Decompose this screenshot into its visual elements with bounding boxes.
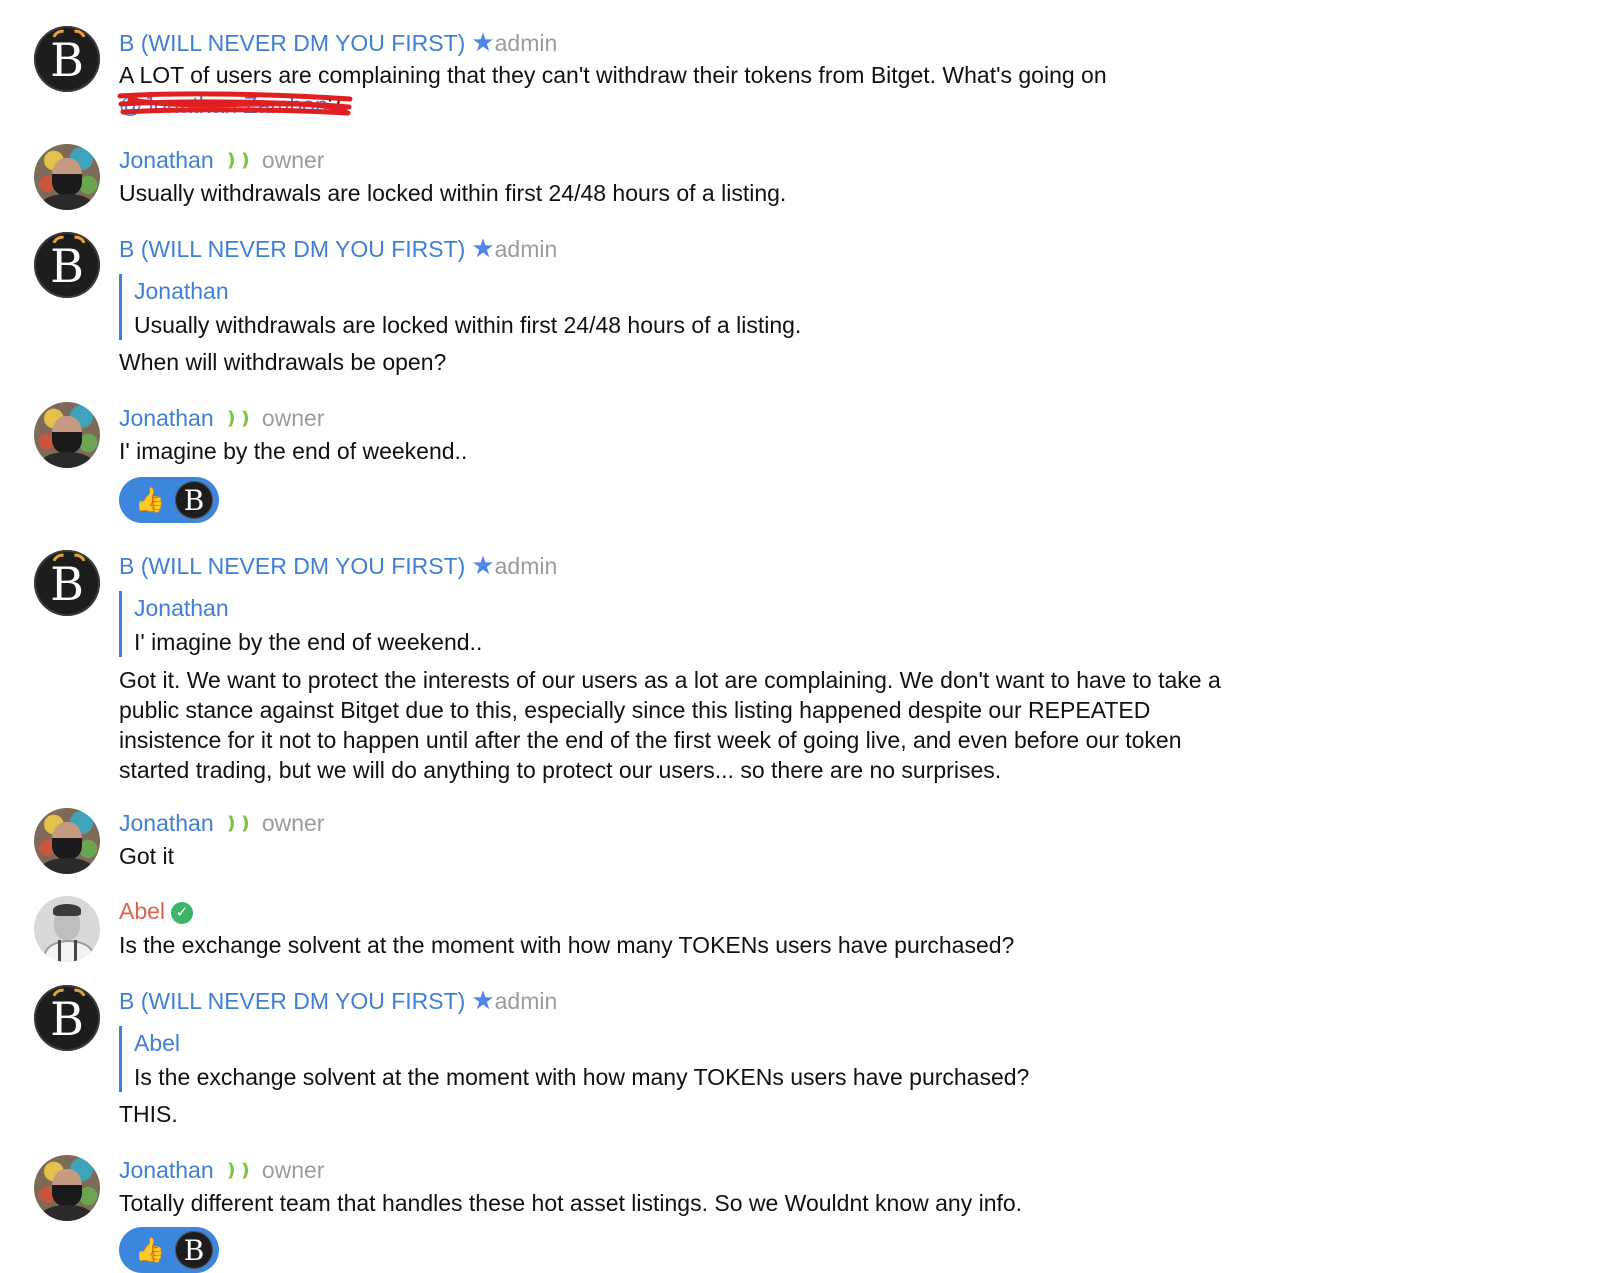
reply-quote-text: I' imagine by the end of weekend.. [134,629,483,655]
avatar-body [44,940,94,962]
avatar[interactable]: B [34,26,100,92]
reactor-avatar: B [175,481,213,519]
avatar-strap [74,940,77,962]
message-header: Abel ✓ [119,897,194,926]
owner-signal-icon: ❫❫ [223,813,253,833]
avatar-hair [53,904,81,916]
sender-name[interactable]: Jonathan [119,810,214,836]
message-header: Jonathan ❫❫ owner [119,1156,324,1186]
message-header: B (WILL NEVER DM YOU FIRST) ★admin [119,551,557,580]
reply-quote-author: Jonathan [134,278,229,304]
message-text: Got it [119,843,174,869]
avatar[interactable] [34,896,100,962]
owner-signal-icon: ❫❫ [223,1160,253,1180]
role-badge: admin [494,553,558,579]
message-body: A LOT of users are complaining that they… [119,62,1107,88]
message-header: B (WILL NEVER DM YOU FIRST) ★admin [119,986,557,1015]
thumbs-up-icon: 👍 [135,487,165,514]
message-text: A LOT of users are complaining that they… [119,60,1107,120]
reply-quote-author: Abel [134,1030,181,1056]
avatar[interactable]: B [34,232,100,298]
avatar-letter: B [50,239,84,293]
star-icon: ★ [471,27,495,57]
sender-name[interactable]: Jonathan [119,405,214,431]
message-header: Jonathan ❫❫ owner [119,146,324,176]
avatar-shirt [42,452,92,468]
message-line: insistence for it not to happen until af… [119,727,1182,753]
avatar-mask [52,432,82,454]
message-text: I' imagine by the end of weekend.. [119,438,468,464]
avatar-shirt [42,194,92,210]
star-icon: ★ [471,985,495,1015]
reply-quote[interactable]: Jonathan I' imagine by the end of weeken… [119,591,482,657]
avatar-letter: B [50,992,84,1046]
message-text: Got it. We want to protect the interests… [119,665,1221,785]
avatar-strap [58,940,61,962]
role-badge: admin [494,236,558,262]
role-badge: owner [261,810,325,836]
role-badge: owner [261,405,325,431]
message-header: B (WILL NEVER DM YOU FIRST) ★admin [119,234,557,263]
message-line: started trading, but we will do anything… [119,757,1002,783]
avatar[interactable] [34,1155,100,1221]
avatar-letter: B [50,33,84,87]
message-line: Got it. We want to protect the interests… [119,667,1221,693]
message-text: Totally different team that handles thes… [119,1190,1023,1216]
owner-signal-icon: ❫❫ [223,408,253,428]
user-mention[interactable]: @Jonathan Zambon [119,92,328,118]
reply-quote[interactable]: Abel Is the exchange solvent at the mome… [119,1026,1029,1092]
sender-name[interactable]: B (WILL NEVER DM YOU FIRST) [119,988,465,1014]
avatar-shirt [42,1205,92,1221]
message-header: Jonathan ❫❫ owner [119,404,324,434]
role-badge: admin [494,30,558,56]
message-text: Is the exchange solvent at the moment wi… [119,932,1015,958]
reactor-avatar: B [175,1231,213,1269]
sender-name[interactable]: B (WILL NEVER DM YOU FIRST) [119,30,465,56]
role-badge: owner [261,1157,325,1183]
avatar-mask [52,1185,82,1207]
reaction-chip[interactable]: 👍 B [119,477,219,523]
star-icon: ★ [471,233,495,263]
avatar-mask [52,174,82,196]
sender-name[interactable]: Jonathan [119,147,214,173]
role-badge: admin [494,988,558,1014]
message-header: B (WILL NEVER DM YOU FIRST) ★admin [119,28,557,57]
avatar[interactable]: B [34,985,100,1051]
reply-quote-text: Usually withdrawals are locked within fi… [134,312,802,338]
reply-quote-text: Is the exchange solvent at the moment wi… [134,1064,1030,1090]
sender-name[interactable]: Abel [119,898,165,924]
reply-quote[interactable]: Jonathan Usually withdrawals are locked … [119,274,801,340]
message-text: When will withdrawals be open? [119,349,447,375]
message-line: public stance against Bitget due to this… [119,697,1151,723]
avatar-shirt [42,858,92,874]
verified-check-icon: ✓ [171,902,194,924]
star-icon: ★ [471,550,495,580]
sender-name[interactable]: Jonathan [119,1157,214,1183]
avatar-letter: B [50,557,84,611]
message-text: THIS. [119,1101,178,1127]
thumbs-up-icon: 👍 [135,1237,165,1264]
avatar[interactable] [34,808,100,874]
owner-signal-icon: ❫❫ [223,150,253,170]
avatar[interactable] [34,144,100,210]
message-header: Jonathan ❫❫ owner [119,809,324,839]
sender-name[interactable]: B (WILL NEVER DM YOU FIRST) [119,236,465,262]
message-text: Usually withdrawals are locked within fi… [119,180,787,206]
role-badge: owner [261,147,325,173]
avatar[interactable] [34,402,100,468]
reply-quote-author: Jonathan [134,595,229,621]
sender-name[interactable]: B (WILL NEVER DM YOU FIRST) [119,553,465,579]
reaction-chip[interactable]: 👍 B [119,1227,219,1273]
avatar-mask [52,838,82,860]
mention-suffix: ? [327,92,341,118]
avatar[interactable]: B [34,550,100,616]
